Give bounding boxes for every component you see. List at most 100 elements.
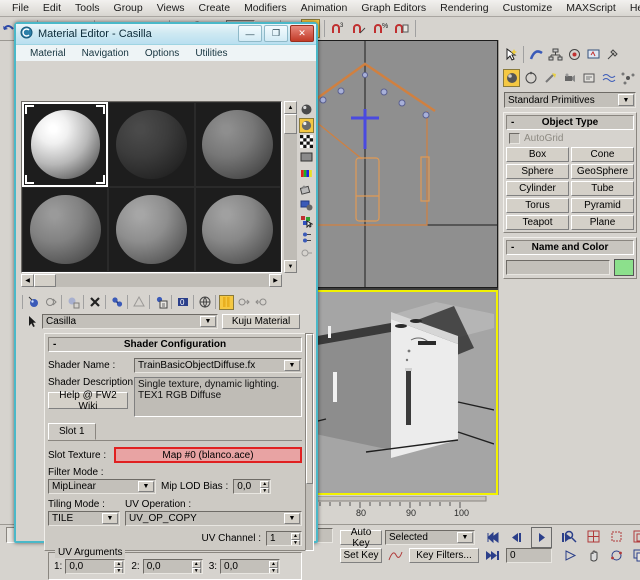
- create-plane-button[interactable]: Plane: [571, 215, 634, 230]
- material-type-button[interactable]: Kuju Material: [222, 314, 300, 329]
- object-name-input[interactable]: [506, 260, 610, 275]
- me-menu-options[interactable]: Options: [137, 48, 187, 59]
- go-backward-to-sibling-icon[interactable]: [253, 295, 268, 310]
- sample-slot-6[interactable]: [195, 187, 281, 272]
- uv-channel-input[interactable]: 1 ▲▼: [266, 531, 302, 546]
- shader-panel-scrollbar[interactable]: [305, 333, 314, 551]
- minimize-button[interactable]: —: [238, 25, 262, 42]
- systems-icon[interactable]: [620, 69, 637, 87]
- category-dropdown[interactable]: Standard Primitives ▼: [504, 92, 636, 108]
- go-to-parent-icon[interactable]: [219, 295, 234, 310]
- object-type-header[interactable]: - Object Type: [506, 115, 634, 130]
- show-end-result-icon[interactable]: [197, 295, 212, 310]
- display-tab-icon[interactable]: [585, 45, 602, 65]
- zoom-extents-icon[interactable]: [607, 527, 626, 546]
- spinner-arrows[interactable]: ▲▼: [260, 481, 269, 492]
- modify-tab-icon[interactable]: [528, 45, 545, 65]
- create-box-button[interactable]: Box: [506, 147, 569, 162]
- set-key-button[interactable]: Set Key: [340, 548, 382, 563]
- collapse-toggle[interactable]: -: [511, 241, 514, 254]
- close-button[interactable]: ✕: [290, 25, 314, 42]
- menu-item-customize[interactable]: Customize: [496, 2, 560, 14]
- menu-item-tools[interactable]: Tools: [68, 2, 107, 14]
- create-tab-icon[interactable]: [502, 45, 519, 65]
- mip-lod-bias-input[interactable]: 0,0 ▲▼: [233, 479, 271, 494]
- sample-slot-4[interactable]: [22, 187, 108, 272]
- sample-slot-5[interactable]: [108, 187, 194, 272]
- uv-arg-2-input[interactable]: 0,0 ▲▼: [143, 559, 203, 574]
- sample-slots-area[interactable]: [21, 101, 282, 273]
- make-material-unique-icon[interactable]: [109, 295, 124, 310]
- collapse-toggle[interactable]: -: [511, 116, 514, 129]
- get-material-icon[interactable]: [26, 295, 41, 310]
- scrollbar-thumb[interactable]: [284, 114, 297, 134]
- uv-arg-3-input[interactable]: 0,0 ▲▼: [220, 559, 280, 574]
- time-slider-area[interactable]: 70 80 90 100: [304, 496, 498, 524]
- wireframe-viewport[interactable]: [304, 40, 498, 288]
- scrollbar-thumb[interactable]: [34, 274, 56, 287]
- scroll-right-icon[interactable]: ▶: [269, 274, 282, 287]
- create-sphere-button[interactable]: Sphere: [506, 164, 569, 179]
- scrollbar-thumb[interactable]: [306, 334, 313, 484]
- menu-item-views[interactable]: Views: [150, 2, 192, 14]
- tiling-mode-dropdown[interactable]: TILE ▼: [48, 511, 120, 526]
- object-color-swatch[interactable]: [614, 259, 634, 276]
- make-preview-icon[interactable]: [299, 182, 314, 197]
- current-frame-input[interactable]: 0: [506, 548, 552, 563]
- key-filters-curve-icon[interactable]: [386, 546, 405, 565]
- shader-name-dropdown[interactable]: TrainBasicObjectDiffuse.fx ▼: [134, 358, 302, 373]
- material-picker-icon[interactable]: [20, 315, 38, 328]
- scroll-down-icon[interactable]: ▼: [284, 260, 297, 273]
- menu-item-rendering[interactable]: Rendering: [433, 2, 495, 14]
- go-to-end-icon[interactable]: [483, 546, 502, 565]
- create-pyramid-button[interactable]: Pyramid: [571, 198, 634, 213]
- pan-icon[interactable]: [584, 546, 603, 565]
- hierarchy-tab-icon[interactable]: [547, 45, 564, 65]
- maximize-viewport-icon[interactable]: [630, 546, 640, 565]
- menu-item-file[interactable]: File: [5, 2, 36, 14]
- slots-vertical-scrollbar[interactable]: ▲ ▼: [284, 101, 297, 273]
- chevron-down-icon[interactable]: ▼: [457, 532, 473, 543]
- chevron-down-icon[interactable]: ▼: [284, 360, 300, 371]
- material-editor-window[interactable]: Material Editor - Casilla — ❐ ✕ Material…: [14, 22, 318, 543]
- create-geosphere-button[interactable]: GeoSphere: [571, 164, 634, 179]
- menu-item-create[interactable]: Create: [192, 2, 238, 14]
- geometry-icon[interactable]: [503, 69, 520, 87]
- menu-item-graph-editors[interactable]: Graph Editors: [354, 2, 433, 14]
- create-torus-button[interactable]: Torus: [506, 198, 569, 213]
- go-to-start-icon[interactable]: [483, 528, 502, 547]
- me-menu-navigation[interactable]: Navigation: [74, 48, 137, 59]
- menu-item-group[interactable]: Group: [107, 2, 150, 14]
- reset-map-icon[interactable]: [87, 295, 102, 310]
- create-tube-button[interactable]: Tube: [571, 181, 634, 196]
- menu-item-help[interactable]: Help: [623, 2, 640, 14]
- put-to-library-icon[interactable]: [131, 295, 146, 310]
- space-warps-icon[interactable]: [600, 69, 617, 87]
- chevron-down-icon[interactable]: ▼: [618, 94, 634, 106]
- collapse-toggle[interactable]: -: [53, 338, 56, 351]
- uv-arg-1-input[interactable]: 0,0 ▲▼: [65, 559, 125, 574]
- go-forward-sibling-icon[interactable]: [299, 246, 314, 261]
- shader-configuration-header[interactable]: - Shader Configuration: [48, 337, 302, 352]
- material-effects-channel-icon[interactable]: [153, 295, 168, 310]
- create-teapot-button[interactable]: Teapot: [506, 215, 569, 230]
- key-filters-button[interactable]: Key Filters...: [409, 548, 479, 563]
- autogrid-row[interactable]: AutoGrid: [509, 133, 634, 144]
- sample-slot-1[interactable]: [22, 102, 108, 187]
- arc-rotate-icon[interactable]: [607, 546, 626, 565]
- spinner-snap-icon[interactable]: [392, 19, 411, 38]
- sample-uv-tiling-icon[interactable]: [299, 150, 314, 165]
- maximize-button[interactable]: ❐: [264, 25, 288, 42]
- create-cone-button[interactable]: Cone: [571, 147, 634, 162]
- percent-snap-icon[interactable]: %: [371, 19, 390, 38]
- slot-texture-button[interactable]: Map #0 (blanco.ace): [114, 447, 302, 463]
- options-icon[interactable]: [299, 198, 314, 213]
- me-menu-utilities[interactable]: Utilities: [187, 48, 235, 59]
- show-map-in-viewport-icon[interactable]: 0: [175, 295, 190, 310]
- key-mode-dropdown[interactable]: Selected ▼: [385, 530, 475, 545]
- sample-slot-3[interactable]: [195, 102, 281, 187]
- video-color-check-icon[interactable]: [299, 166, 314, 181]
- zoom-region-icon[interactable]: [630, 527, 640, 546]
- scrollbar-track[interactable]: [284, 134, 297, 260]
- chevron-down-icon[interactable]: ▼: [284, 513, 300, 524]
